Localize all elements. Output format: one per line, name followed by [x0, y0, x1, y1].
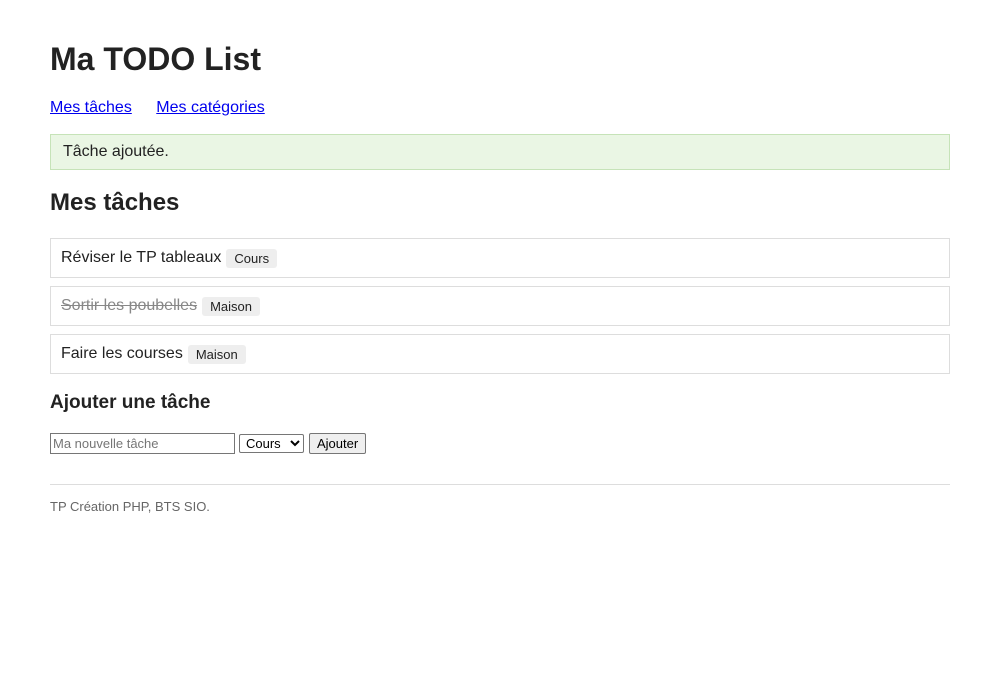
nav-link-tasks[interactable]: Mes tâches: [50, 99, 132, 116]
add-button[interactable]: Ajouter: [309, 433, 367, 454]
nav-link-categories[interactable]: Mes catégories: [156, 99, 265, 116]
task-item[interactable]: Réviser le TP tableaux Cours: [50, 238, 950, 278]
task-text: Réviser le TP tableaux: [61, 249, 222, 266]
add-task-heading: Ajouter une tâche: [50, 392, 211, 413]
task-text: Sortir les poubelles: [61, 297, 198, 314]
footer: TP Création PHP, BTS SIO.: [50, 499, 210, 514]
task-item-done[interactable]: Sortir les poubelles Maison: [50, 286, 950, 326]
add-task-form: Cours Ajouter: [50, 433, 367, 454]
page-title: Ma TODO List: [50, 41, 261, 77]
task-list: Réviser le TP tableaux Cours Sortir les …: [50, 238, 950, 382]
new-task-input[interactable]: [50, 433, 235, 454]
tasks-heading: Mes tâches: [50, 189, 180, 216]
footer-divider: [50, 484, 950, 485]
category-select[interactable]: Cours: [239, 434, 304, 453]
category-badge: Cours: [226, 248, 278, 268]
task-text: Faire les courses: [61, 345, 183, 362]
task-item[interactable]: Faire les courses Maison: [50, 334, 950, 374]
main-nav: Mes tâches Mes catégories: [50, 98, 285, 118]
category-badge: Maison: [202, 296, 260, 316]
flash-message: Tâche ajoutée.: [50, 134, 950, 170]
category-badge: Maison: [187, 344, 246, 364]
